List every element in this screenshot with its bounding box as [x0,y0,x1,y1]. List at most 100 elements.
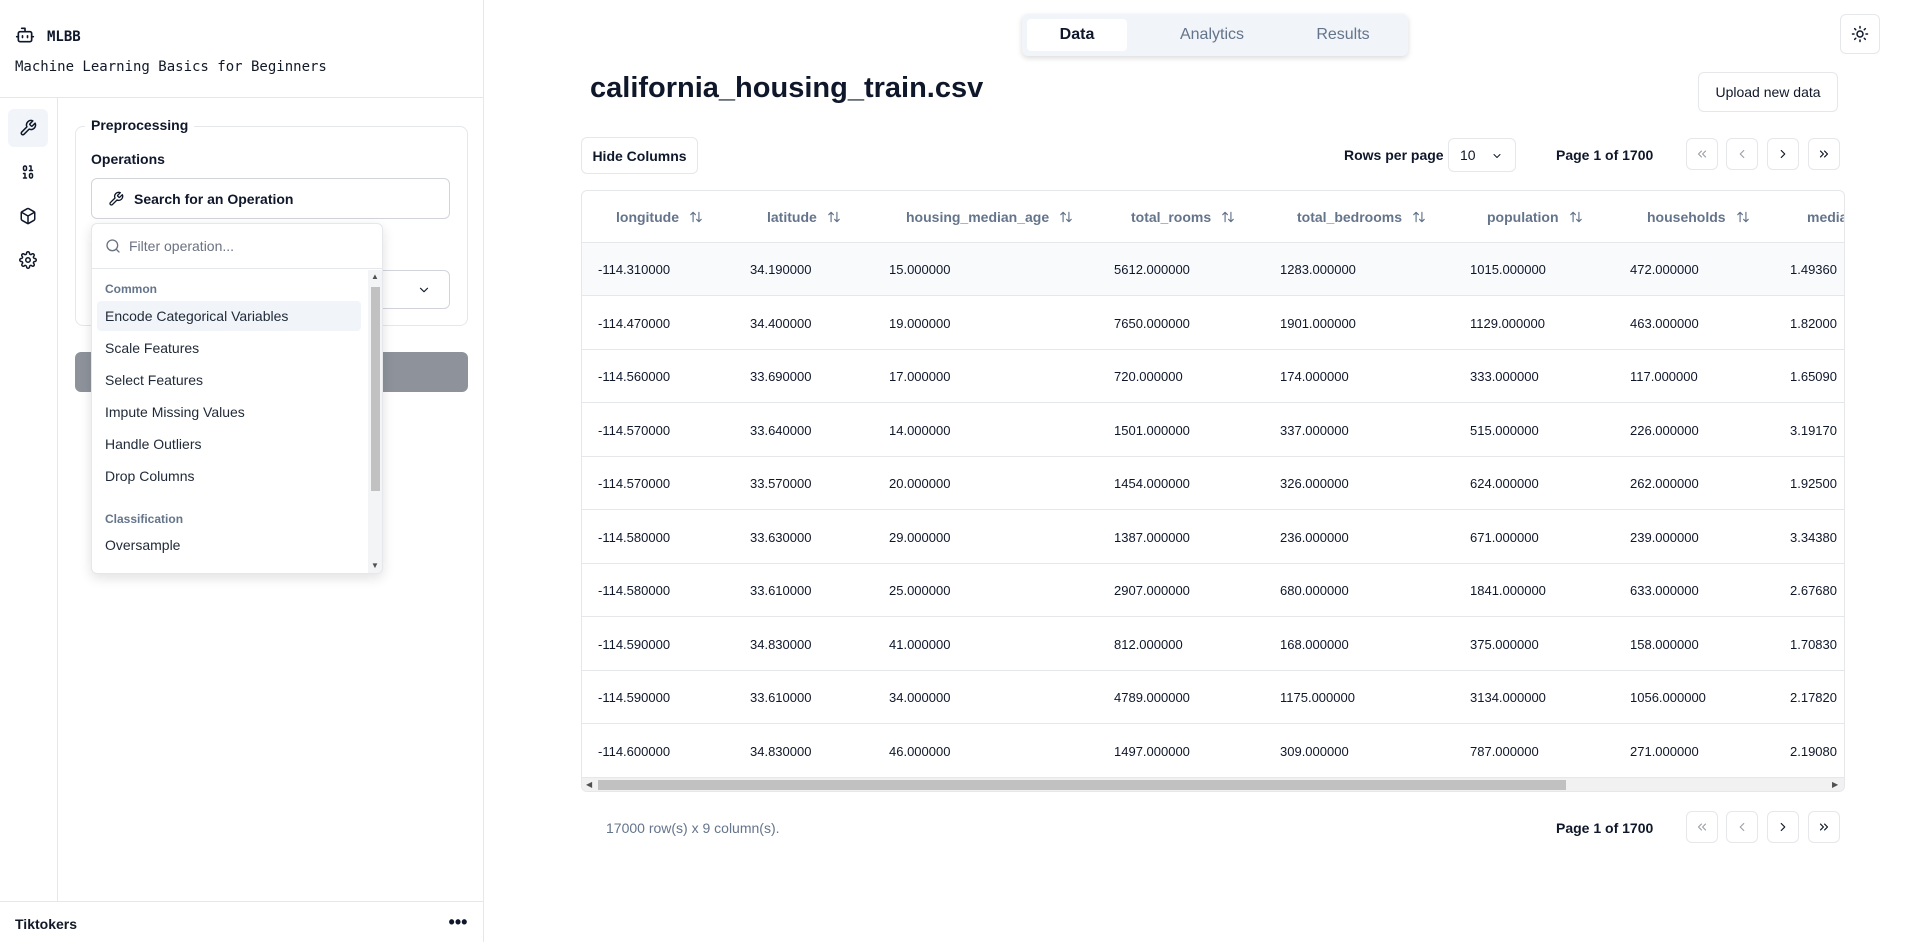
scroll-left-arrow-icon[interactable]: ◀ [586,780,592,789]
table-cell: 262.000000 [1630,476,1699,491]
table-cell: 1901.000000 [1280,315,1356,331]
sun-icon [1851,25,1869,43]
table-cell: 1501.000000 [1114,422,1190,438]
column-header-total-bedrooms[interactable]: total_bedrooms [1297,191,1426,242]
sort-icon[interactable] [827,210,841,224]
first-page-button[interactable] [1686,138,1718,170]
first-page-button[interactable] [1686,811,1718,843]
operation-dropdown: Common Encode Categorical Variables Scal… [91,223,383,574]
tab-data[interactable]: Data [1027,19,1127,51]
table-cell: 33.610000 [750,583,812,598]
rail-settings-button[interactable] [8,241,48,279]
table-cell: 1015.000000 [1470,262,1546,277]
operations-label: Operations [91,151,165,167]
table-row[interactable]: -114.310000 34.190000 15.000000 5612.000000… [582,243,1844,296]
upload-new-data-button[interactable]: Upload new data [1698,72,1838,112]
table-cell: 1.82000 [1790,315,1837,331]
table-cell: 4789.000000 [1114,690,1190,705]
operation-item[interactable]: Scale Features [97,333,361,363]
table-horizontal-scrollbar[interactable]: ◀ ▶ [582,778,1844,791]
column-header-median-income[interactable]: media [1807,191,1845,242]
column-header-housing-median-age[interactable]: housing_median_age [906,191,1073,242]
table-row[interactable]: -114.570000 33.640000 14.000000 1501.000000… [582,404,1844,457]
operation-item[interactable]: Encode Categorical Variables [97,301,361,331]
dropdown-scroll-thumb[interactable] [371,287,380,491]
table-row[interactable]: -114.590000 34.830000 41.000000 812.000000 1… [582,618,1844,671]
previous-page-button[interactable] [1726,138,1758,170]
tab-analytics[interactable]: Analytics [1152,19,1272,51]
table-cell: 1283.000000 [1280,262,1356,277]
table-row[interactable]: -114.600000 34.830000 46.000000 1497.000000… [582,725,1844,778]
rail-preprocessing-button[interactable] [8,109,48,147]
tab-results[interactable]: Results [1288,19,1398,51]
column-header-total-rooms[interactable]: total_rooms [1131,191,1235,242]
dropdown-scrollbar[interactable]: ▲ ▼ [368,270,382,573]
column-header-latitude[interactable]: latitude [767,191,841,242]
operation-item[interactable]: Drop Columns [97,461,361,491]
table-cell: 720.000000 [1114,369,1183,384]
column-header-label: longitude [616,208,679,225]
table-cell: 19.000000 [889,315,951,331]
sort-icon[interactable] [1412,210,1426,224]
app-root: MLBB Machine Learning Basics for Beginne… [0,0,1914,942]
sort-icon[interactable] [1569,210,1583,224]
column-header-label: housing_median_age [906,208,1050,225]
table-cell: 337.000000 [1280,422,1349,438]
operation-item[interactable]: Oversample [97,530,361,560]
table-cell: 3134.000000 [1470,690,1546,705]
table-cell: 34.000000 [889,690,951,705]
column-header-population[interactable]: population [1487,191,1583,242]
table-scroll-thumb[interactable] [598,780,1566,790]
operation-item[interactable]: Select Features [97,365,361,395]
sidebar-header: MLBB Machine Learning Basics for Beginne… [0,0,483,98]
brand[interactable]: MLBB [15,25,81,49]
scroll-down-arrow-icon[interactable]: ▼ [371,562,379,570]
table-row[interactable]: -114.570000 33.570000 20.000000 1454.000000… [582,457,1844,510]
next-page-button[interactable] [1767,138,1799,170]
table-cell: 787.000000 [1470,743,1539,759]
last-page-button[interactable] [1808,138,1840,170]
search-operation-button[interactable]: Search for an Operation [91,178,450,219]
column-header-households[interactable]: households [1647,191,1750,242]
chevron-down-icon [1493,154,1501,158]
page-indicator-bottom: Page 1 of 1700 [1556,820,1654,836]
theme-toggle-button[interactable] [1840,14,1880,54]
sort-icon[interactable] [1221,210,1235,224]
operation-item[interactable]: Impute Missing Values [97,397,361,427]
last-page-button[interactable] [1808,811,1840,843]
previous-page-button[interactable] [1726,811,1758,843]
table-cell: 33.570000 [750,476,812,491]
scroll-up-arrow-icon[interactable]: ▲ [371,273,379,281]
table-cell: -114.580000 [598,583,671,598]
table-row[interactable]: -114.580000 33.610000 25.000000 2907.000000… [582,564,1844,617]
table-cell: 680.000000 [1280,583,1349,598]
table-row[interactable]: -114.580000 33.630000 29.000000 1387.000000… [582,511,1844,564]
rows-per-page-select[interactable]: 10 [1448,138,1516,172]
hide-columns-button[interactable]: Hide Columns [581,137,698,174]
rail-model-button[interactable] [8,197,48,235]
operation-list: Common Encode Categorical Variables Scal… [92,270,367,573]
table-row[interactable]: -114.470000 34.400000 19.000000 7650.000000… [582,297,1844,350]
table-row[interactable]: -114.590000 33.610000 34.000000 4789.000000… [582,671,1844,724]
column-header-label: households [1647,208,1726,225]
column-header-label: media [1807,208,1845,225]
scroll-right-arrow-icon[interactable]: ▶ [1832,780,1838,789]
group-heading-common: Common [105,282,157,296]
table-cell: -114.310000 [598,262,671,277]
column-header-longitude[interactable]: longitude [616,191,703,242]
settings-icon [19,251,37,269]
table-row[interactable]: -114.560000 33.690000 17.000000 720.000000 1… [582,350,1844,403]
table-cell: 2907.000000 [1114,583,1190,598]
more-options-icon[interactable]: ••• [446,910,470,934]
sort-icon[interactable] [689,210,703,224]
table-cell: -114.590000 [598,690,671,705]
table-cell: 25.000000 [889,583,951,598]
table-cell: 34.830000 [750,636,812,652]
rail-binary-button[interactable] [8,153,48,191]
next-page-button[interactable] [1767,811,1799,843]
operation-item[interactable]: Handle Outliers [97,429,361,459]
table-cell: 1387.000000 [1114,529,1190,545]
filter-operation-input[interactable] [129,238,349,254]
sort-icon[interactable] [1059,210,1073,224]
sort-icon[interactable] [1736,210,1750,224]
